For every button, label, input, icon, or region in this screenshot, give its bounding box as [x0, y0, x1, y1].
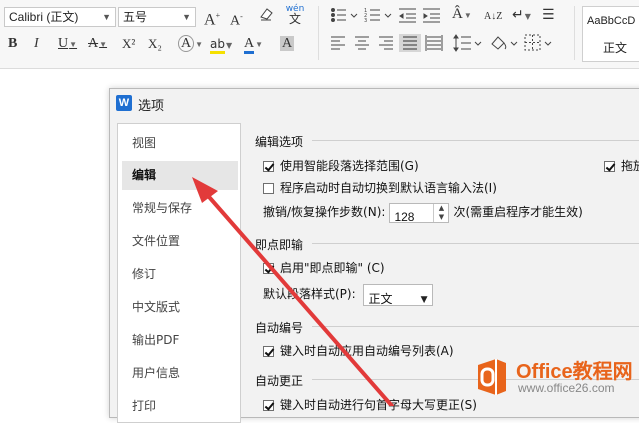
watermark: Office教程网 www.office26.com — [474, 353, 639, 403]
annotation-arrow-icon — [192, 177, 394, 406]
watermark-url: www.office26.com — [518, 381, 615, 395]
watermark-brand: Office教程网 — [516, 361, 633, 383]
office-logo-icon — [478, 359, 506, 395]
